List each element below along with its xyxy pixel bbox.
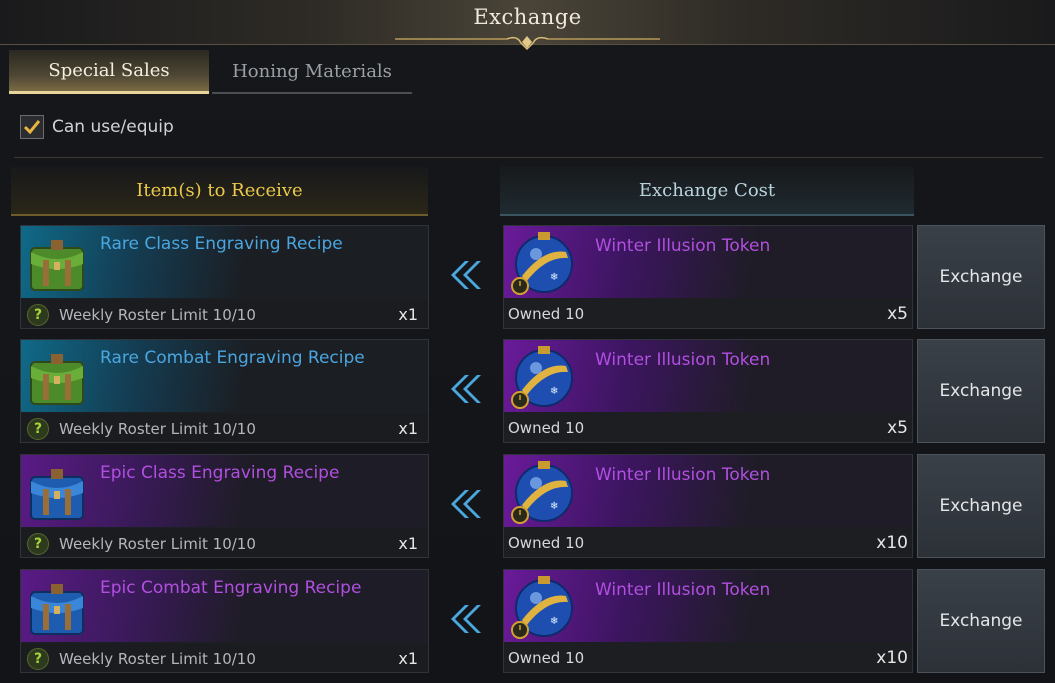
owned-count: Owned 10 [508,305,585,323]
owned-count: Owned 10 [508,534,585,552]
question-icon[interactable]: ? [27,417,49,440]
cost-item-card[interactable]: ❄ Winter Illusion Token Owned 10 x5 [503,225,913,329]
weekly-limit: Weekly Roster Limit 10/10 [59,534,256,553]
divider [14,157,1043,158]
item-footer: ? Weekly Roster Limit 10/10 x1 [21,299,428,328]
cost-item-card[interactable]: ❄ Winter Illusion Token Owned 10 x5 [503,339,913,443]
token-name: Winter Illusion Token [595,236,771,256]
exchange-row: Rare Combat Engraving Recipe ? Weekly Ro… [0,339,1055,444]
cost-item-card[interactable]: ❄ Winter Illusion Token Owned 10 x10 [503,569,913,673]
ornament-token-icon: ❄ [511,346,573,409]
checkmark-icon [23,120,41,135]
weekly-limit: Weekly Roster Limit 10/10 [59,649,256,668]
receive-item-card[interactable]: Rare Class Engraving Recipe ? Weekly Ros… [20,225,429,329]
item-footer: ? Weekly Roster Limit 10/10 x1 [21,413,428,442]
item-quantity: x1 [398,305,418,324]
ornament-token-icon: ❄ [511,576,573,639]
cost-footer: Owned 10 x5 [504,298,912,328]
double-chevron-left-icon [451,375,481,403]
exchange-row: Epic Class Engraving Recipe ? Weekly Ros… [0,454,1055,559]
item-name: Epic Combat Engraving Recipe [100,578,362,598]
tab-special-sales[interactable]: Special Sales [9,50,209,94]
cost-column-header: Exchange Cost [500,166,914,216]
exchange-button[interactable]: Exchange [917,454,1045,558]
exchange-row: Rare Class Engraving Recipe ? Weekly Ros… [0,225,1055,330]
exchange-button[interactable]: Exchange [917,569,1045,673]
cost-footer: Owned 10 x10 [504,642,912,672]
owned-count: Owned 10 [508,419,585,437]
cost-item-card[interactable]: ❄ Winter Illusion Token Owned 10 x10 [503,454,913,558]
svg-text:❄: ❄ [550,616,558,627]
item-footer: ? Weekly Roster Limit 10/10 x1 [21,528,428,557]
can-use-checkbox[interactable] [20,115,44,139]
tab-honing-materials[interactable]: Honing Materials [212,50,412,94]
cost-quantity: x5 [887,418,908,438]
question-icon[interactable]: ? [27,532,49,555]
cost-footer: Owned 10 x5 [504,412,912,442]
item-name: Epic Class Engraving Recipe [100,463,340,483]
item-footer: ? Weekly Roster Limit 10/10 x1 [21,643,428,672]
exchange-button[interactable]: Exchange [917,225,1045,329]
exchange-row: Epic Combat Engraving Recipe ? Weekly Ro… [0,569,1055,674]
item-quantity: x1 [398,419,418,438]
item-quantity: x1 [398,649,418,668]
question-icon[interactable]: ? [27,303,49,326]
owned-count: Owned 10 [508,649,585,667]
title-ornament-icon [395,36,660,51]
ornament-token-icon: ❄ [511,232,573,295]
weekly-limit: Weekly Roster Limit 10/10 [59,305,256,324]
can-use-label: Can use/equip [52,117,174,137]
question-icon[interactable]: ? [27,647,49,670]
svg-text:❄: ❄ [550,272,558,283]
svg-text:❄: ❄ [550,386,558,397]
item-quantity: x1 [398,534,418,553]
exchange-button[interactable]: Exchange [917,339,1045,443]
token-name: Winter Illusion Token [595,350,771,370]
token-name: Winter Illusion Token [595,580,771,600]
item-name: Rare Class Engraving Recipe [100,234,343,254]
receive-item-card[interactable]: Rare Combat Engraving Recipe ? Weekly Ro… [20,339,429,443]
ornament-token-icon: ❄ [511,461,573,524]
receive-item-card[interactable]: Epic Combat Engraving Recipe ? Weekly Ro… [20,569,429,673]
weekly-limit: Weekly Roster Limit 10/10 [59,419,256,438]
receive-item-card[interactable]: Epic Class Engraving Recipe ? Weekly Ros… [20,454,429,558]
can-use-filter[interactable]: Can use/equip [20,115,174,139]
blue-bag-icon [30,584,84,635]
blue-bag-icon [30,469,84,520]
cost-quantity: x10 [876,533,908,553]
double-chevron-left-icon [451,261,481,289]
cost-footer: Owned 10 x10 [504,527,912,557]
cost-quantity: x10 [876,648,908,668]
window-title: Exchange [473,5,582,29]
token-name: Winter Illusion Token [595,465,771,485]
green-bag-icon [30,240,84,291]
item-name: Rare Combat Engraving Recipe [100,348,365,368]
double-chevron-left-icon [451,490,481,518]
receive-column-header: Item(s) to Receive [11,166,428,216]
cost-quantity: x5 [887,304,908,324]
double-chevron-left-icon [451,605,481,633]
svg-text:❄: ❄ [550,501,558,512]
green-bag-icon [30,354,84,405]
